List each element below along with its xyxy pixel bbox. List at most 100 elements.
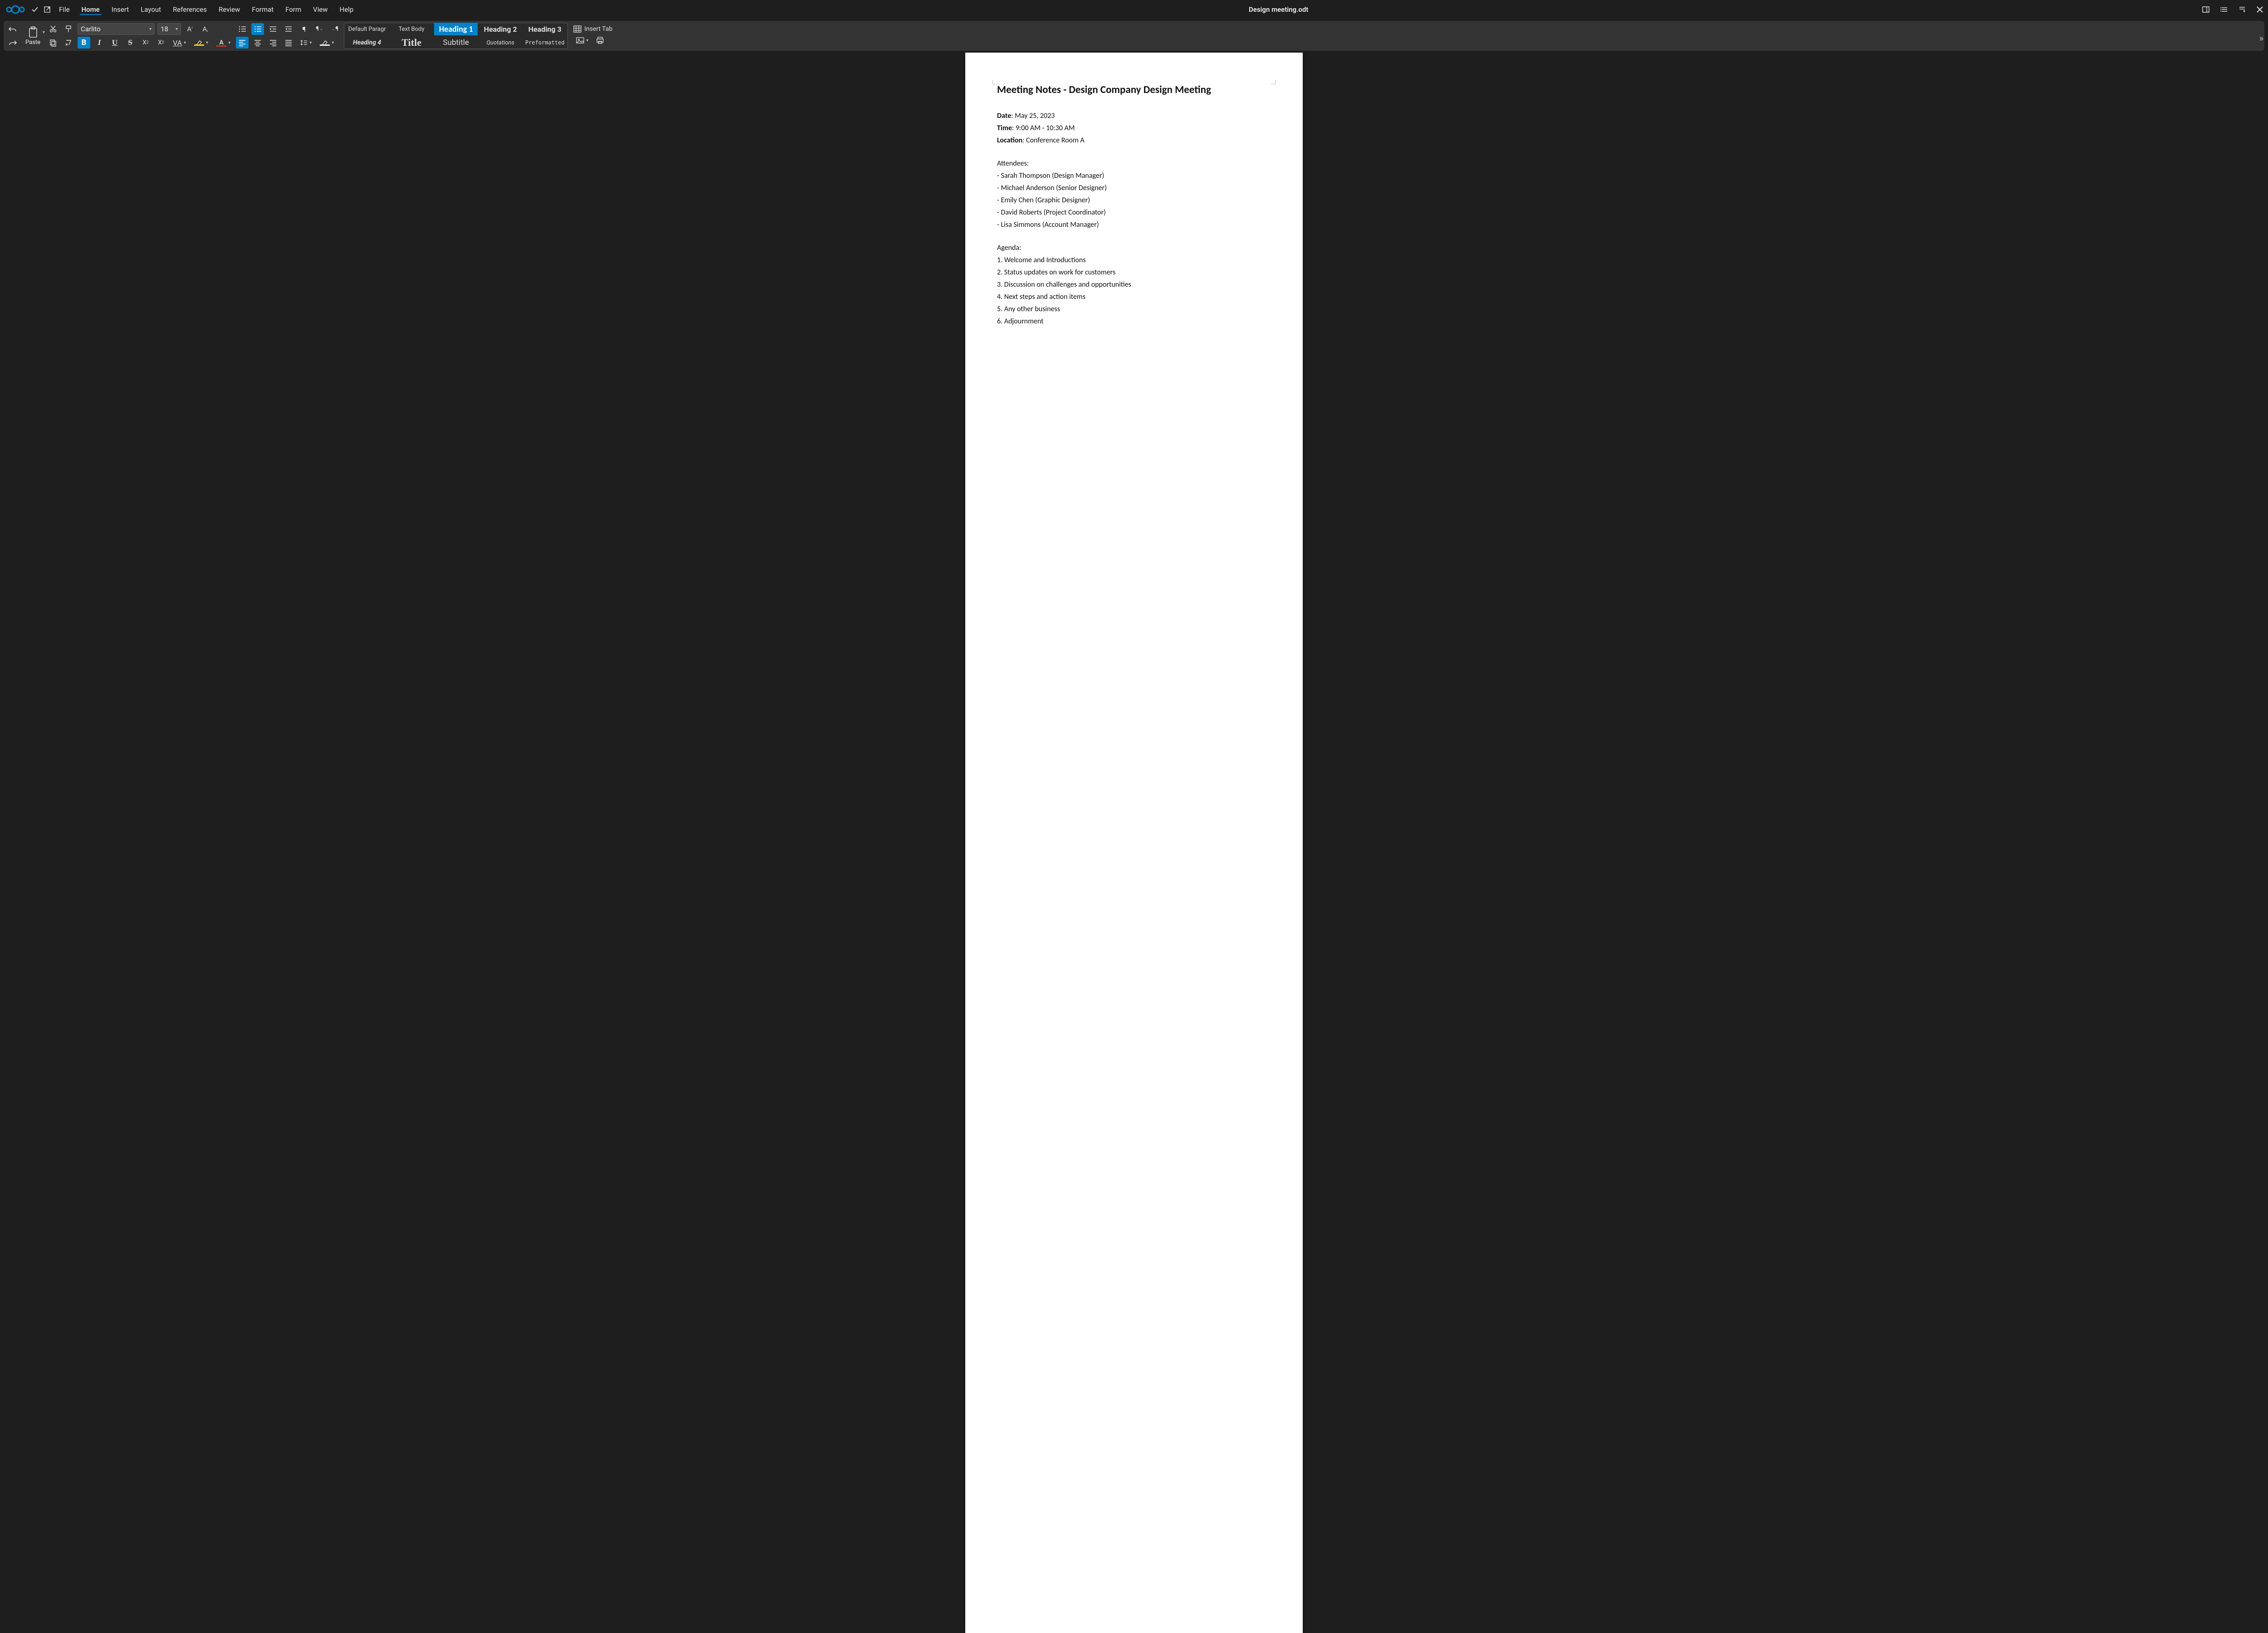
insert-table-label: Insert Tab xyxy=(584,25,612,33)
attendee-line[interactable]: - David Roberts (Project Coordinator) xyxy=(997,208,1271,217)
meta-date-label: Date xyxy=(997,112,1011,120)
meta-time-label: Time xyxy=(997,124,1012,132)
meta-date-line[interactable]: Date: May 25, 2023 xyxy=(997,112,1271,120)
style-default-paragraph[interactable]: Default Paragr xyxy=(345,23,389,35)
menu-help[interactable]: Help xyxy=(338,5,356,15)
attendee-line[interactable]: - Emily Chen (Graphic Designer) xyxy=(997,196,1271,205)
margin-mark-tr xyxy=(1271,80,1276,84)
menu-insert[interactable]: Insert xyxy=(110,5,131,15)
list-view-icon[interactable] xyxy=(2220,5,2228,14)
menu-review[interactable]: Review xyxy=(217,5,242,15)
print-button[interactable] xyxy=(594,34,606,46)
ribbon-overflow-button[interactable]: » xyxy=(2259,33,2263,44)
agenda-line[interactable]: 4. Next steps and action items xyxy=(997,293,1271,301)
increase-indent-button[interactable] xyxy=(267,23,279,35)
save-status-icon[interactable] xyxy=(31,5,39,14)
meta-time-line[interactable]: Time: 9:00 AM - 10:30 AM xyxy=(997,124,1271,132)
ltr-direction-button[interactable]: ¶→ xyxy=(313,23,326,35)
agenda-line[interactable]: 3. Discussion on challenges and opportun… xyxy=(997,280,1271,289)
menu-home[interactable]: Home xyxy=(80,5,102,15)
menu-references[interactable]: References xyxy=(171,5,209,15)
increase-font-size-button[interactable]: A↑ xyxy=(184,23,196,35)
decrease-indent-button[interactable] xyxy=(282,23,295,35)
paragraph-style-gallery: Default Paragr Text Body Heading 1 Headi… xyxy=(344,23,568,49)
bold-button[interactable]: B xyxy=(78,37,90,49)
font-color-button[interactable]: A ▾ xyxy=(214,37,233,49)
character-spacing-button[interactable]: VA▾ xyxy=(170,37,189,49)
chevron-down-icon[interactable]: ▾ xyxy=(176,27,178,32)
insert-image-button[interactable]: ▾ xyxy=(573,34,591,46)
document-heading[interactable]: Meeting Notes - Design Company Design Me… xyxy=(997,83,1271,96)
subscript-button[interactable]: X2 xyxy=(139,37,152,49)
font-family-value: Carlito xyxy=(81,25,101,33)
align-left-button[interactable] xyxy=(236,37,249,49)
meta-date-value: : May 25, 2023 xyxy=(1011,112,1055,120)
agenda-line[interactable]: 5. Any other business xyxy=(997,305,1271,313)
paragraph-marks-button[interactable]: ¶ xyxy=(298,23,310,35)
style-heading-3[interactable]: Heading 3 xyxy=(523,23,567,35)
copy-button[interactable] xyxy=(47,37,59,49)
redo-button[interactable] xyxy=(6,37,19,49)
format-paintbrush-button[interactable] xyxy=(62,23,75,35)
ordered-list-button[interactable] xyxy=(251,23,264,35)
rtl-direction-button[interactable]: ←¶ xyxy=(328,23,341,35)
paste-label: Paste xyxy=(25,39,40,46)
undo-button[interactable] xyxy=(6,23,19,35)
unordered-list-button[interactable] xyxy=(236,23,249,35)
collapse-panel-icon[interactable] xyxy=(2238,5,2246,14)
agenda-line[interactable]: 6. Adjournment xyxy=(997,317,1271,326)
attendees-header[interactable]: Attendees: xyxy=(997,159,1271,168)
style-preformatted[interactable]: Preformatted xyxy=(523,36,567,49)
underline-button[interactable]: U xyxy=(108,37,121,49)
menu-form[interactable]: Form xyxy=(284,5,303,15)
paste-button[interactable]: Paste ▾ xyxy=(22,23,44,49)
style-quotations[interactable]: Quotations xyxy=(479,36,522,49)
style-subtitle[interactable]: Subtitle xyxy=(434,36,478,49)
line-spacing-button[interactable]: ▾ xyxy=(298,37,314,49)
insert-table-button[interactable]: Insert Tab xyxy=(573,25,612,33)
italic-button[interactable]: I xyxy=(93,37,106,49)
document-title[interactable]: Design meeting.odt xyxy=(1249,5,1308,14)
app-logo[interactable] xyxy=(5,4,25,15)
paragraph-background-button[interactable]: ▾ xyxy=(317,37,337,49)
cut-button[interactable] xyxy=(47,23,59,35)
agenda-header[interactable]: Agenda: xyxy=(997,244,1271,252)
style-heading-4[interactable]: Heading 4 xyxy=(345,36,389,49)
style-title[interactable]: Title xyxy=(390,36,433,49)
attendee-line[interactable]: - Michael Anderson (Senior Designer) xyxy=(997,184,1271,192)
align-justify-button[interactable] xyxy=(282,37,295,49)
titlebar: File Home Insert Layout References Revie… xyxy=(0,0,2268,19)
style-heading-2[interactable]: Heading 2 xyxy=(479,23,522,35)
attendee-line[interactable]: - Lisa Simmons (Account Manager) xyxy=(997,220,1271,229)
agenda-line[interactable]: 1. Welcome and Introductions xyxy=(997,256,1271,264)
chevron-down-icon[interactable]: ▾ xyxy=(149,27,152,32)
meta-time-value: : 9:00 AM - 10:30 AM xyxy=(1012,124,1075,132)
margin-mark-tl xyxy=(992,80,997,84)
superscript-button[interactable]: X2 xyxy=(155,37,167,49)
menu-view[interactable]: View xyxy=(311,5,329,15)
chevron-down-icon[interactable]: ▾ xyxy=(43,30,45,35)
meta-location-line[interactable]: Location: Conference Room A xyxy=(997,136,1271,145)
align-right-button[interactable] xyxy=(267,37,279,49)
clear-formatting-button[interactable] xyxy=(62,37,75,49)
menu-format[interactable]: Format xyxy=(250,5,275,15)
align-center-button[interactable] xyxy=(251,37,264,49)
style-heading-1[interactable]: Heading 1 xyxy=(434,23,478,35)
strikethrough-button[interactable]: S xyxy=(124,37,137,49)
agenda-line[interactable]: 2. Status updates on work for customers xyxy=(997,268,1271,277)
close-icon[interactable] xyxy=(2256,6,2263,13)
font-family-select[interactable]: Carlito ▾ xyxy=(78,23,155,35)
meta-location-value: : Conference Room A xyxy=(1022,136,1085,145)
main-menu: File Home Insert Layout References Revie… xyxy=(57,5,355,15)
open-external-icon[interactable] xyxy=(44,6,51,13)
document-page[interactable]: Meeting Notes - Design Company Design Me… xyxy=(965,53,1303,1633)
decrease-font-size-button[interactable]: A↓ xyxy=(199,23,212,35)
document-workspace[interactable]: Meeting Notes - Design Company Design Me… xyxy=(0,53,2268,1633)
style-text-body[interactable]: Text Body xyxy=(390,23,433,35)
menu-file[interactable]: File xyxy=(57,5,72,15)
menu-layout[interactable]: Layout xyxy=(139,5,163,15)
highlight-color-button[interactable]: ▾ xyxy=(191,37,211,49)
attendee-line[interactable]: - Sarah Thompson (Design Manager) xyxy=(997,171,1271,180)
font-size-select[interactable]: 18 ▾ xyxy=(157,23,181,35)
sidebar-toggle-icon[interactable] xyxy=(2202,5,2210,14)
